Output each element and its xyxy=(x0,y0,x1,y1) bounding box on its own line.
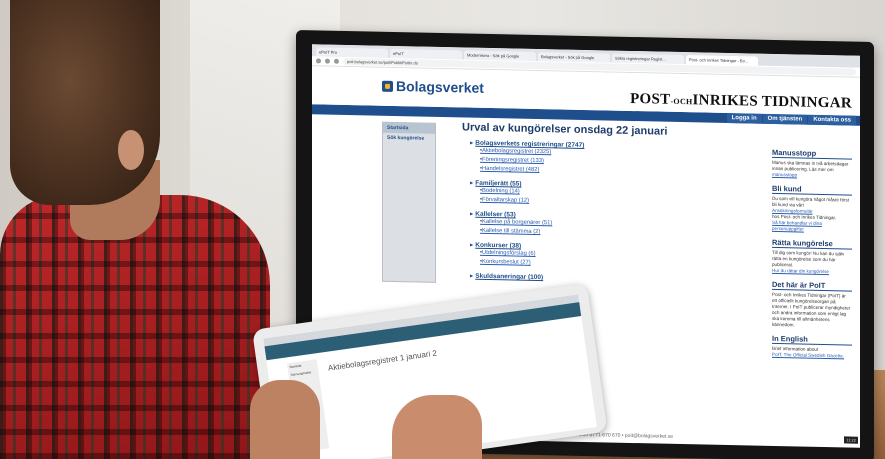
masthead-rest: INRIKES TIDNINGAR xyxy=(692,92,852,112)
sidebar-heading: Bli kund xyxy=(772,183,852,196)
left-hand xyxy=(250,380,320,459)
browser-tab[interactable]: ePoIT Pro xyxy=(316,47,388,58)
main-column: Urval av kungörelser onsdag 22 januari B… xyxy=(462,121,687,289)
left-navigation: Startsida Sök kungörelse xyxy=(382,121,436,283)
browser-tab-active[interactable]: Post- och Inrikes Tidningar - Bo... xyxy=(686,55,758,66)
browser-tab[interactable]: Bolagsverket - Sök på Google xyxy=(538,52,610,63)
back-icon[interactable] xyxy=(316,58,321,64)
browser-tab[interactable]: ePoIT xyxy=(390,48,462,60)
right-hand xyxy=(392,395,482,459)
person-head xyxy=(10,0,160,205)
person-ear xyxy=(118,130,144,170)
tablet-heading: Aktiebolagsregistret 1 januari 2 xyxy=(327,348,438,373)
category-link[interactable]: Skuldsaneringar (100) xyxy=(470,272,687,285)
reload-icon[interactable] xyxy=(334,58,339,64)
taskbar-clock: 11:22 xyxy=(844,436,858,444)
sidebar-text: Post- och Inrikes Tidningar (PoIT) är et… xyxy=(772,291,851,328)
right-sidebar: Manusstopp Manus ska lämnas in två arbet… xyxy=(772,142,852,360)
sidebar-link[interactable]: PoIT, The Official Swedish Gazette. xyxy=(772,352,852,360)
logo-icon xyxy=(382,80,393,92)
leftnav-sok-kungorelse[interactable]: Sök kungörelse xyxy=(383,133,435,144)
masthead-prefix: POST xyxy=(630,90,671,108)
browser-tab[interactable]: Modernisera - Sök på Google xyxy=(464,50,536,61)
sidebar-heading: Det här är PoIT xyxy=(772,279,852,292)
sidebar-heading: Rätta kungörelse xyxy=(772,237,852,250)
sidebar-link[interactable]: Hur du rättar din kungörelse xyxy=(772,268,852,276)
sidebar-text: Till dig som kungör! Nu kan du själv rät… xyxy=(772,249,845,268)
sidebar-link[interactable]: manusstopp xyxy=(772,172,852,180)
masthead-och: -OCH xyxy=(670,96,693,107)
page-title: Urval av kungörelser onsdag 22 januari xyxy=(462,121,668,138)
forward-icon[interactable] xyxy=(325,58,330,64)
sidebar-heading: In English xyxy=(772,333,852,346)
browser-tab[interactable]: Sökta registreringar Regist... xyxy=(612,53,684,65)
sidebar-heading: Manusstopp xyxy=(772,147,852,160)
category-block: Skuldsaneringar (100) xyxy=(470,272,687,285)
category-block: Bolagsverkets registreringar (2747) Akti… xyxy=(470,139,687,179)
category-block: Konkurser (38) Utdelningsförslag (6) Kon… xyxy=(470,241,687,272)
bolagsverket-logo[interactable]: Bolagsverket xyxy=(382,78,484,96)
sidebar-link[interactable]: Så här behandlar vi dina personuppgifter xyxy=(772,220,852,234)
category-block: Familjerätt (55) Bodelning (14) Förvalta… xyxy=(470,179,687,210)
category-block: Kallelser (53) Kallelse på borgenärer (5… xyxy=(470,210,687,241)
masthead-title: POST-OCHINRIKES TIDNINGAR xyxy=(630,91,852,113)
logo-text: Bolagsverket xyxy=(396,78,484,96)
